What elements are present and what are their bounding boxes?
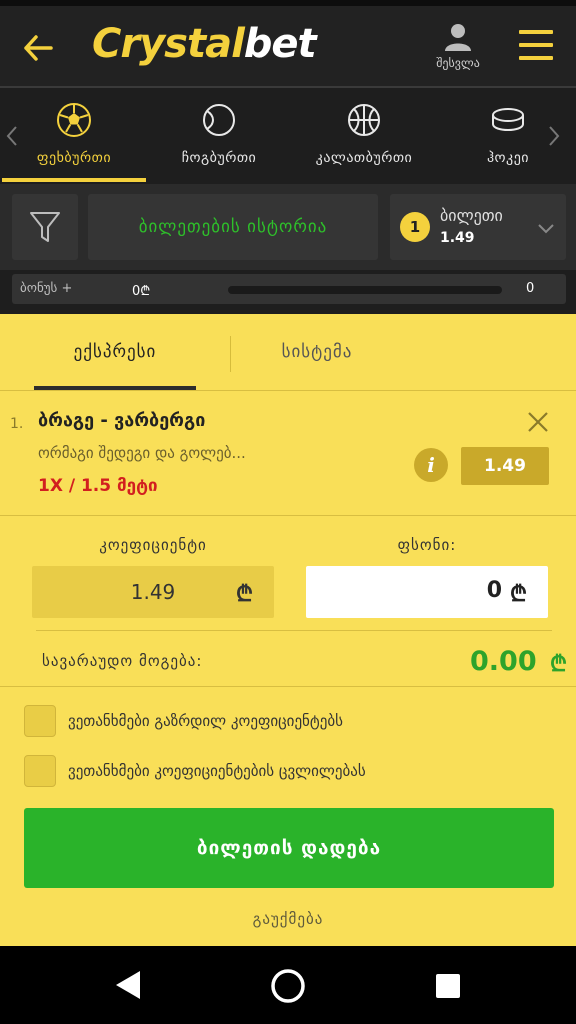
- basketball-icon: [348, 104, 380, 136]
- tab-basketball-label: კალათბურთი: [315, 150, 413, 166]
- bet-match-name: ბრაგე - ვარბერგი: [38, 410, 206, 431]
- ticket-count-badge: 1: [400, 212, 430, 242]
- login-button[interactable]: შესვლა: [424, 22, 492, 82]
- menu-button[interactable]: [516, 30, 556, 70]
- lari-currency-icon: ₾: [236, 582, 253, 607]
- hamburger-icon-line: [519, 43, 553, 47]
- user-icon: [445, 24, 471, 51]
- agree-odds-change-checkbox[interactable]: ვეთანხმები კოეფიციენტების ცვლილებას: [24, 754, 366, 788]
- nav-back-icon[interactable]: [112, 968, 146, 1002]
- possible-win-label: სავარაუდო მოგება:: [42, 652, 203, 670]
- crystalbet-logo[interactable]: Crystal bet: [92, 16, 317, 72]
- chevron-right-icon: [549, 126, 560, 146]
- hockey-puck-icon: [492, 108, 524, 131]
- divider: [0, 515, 576, 516]
- active-tab-indicator: [2, 178, 146, 182]
- coefficient-display: 1.49 ₾: [32, 566, 274, 618]
- tab-football[interactable]: ფეხბურთი: [22, 102, 126, 184]
- chevron-down-icon: [538, 224, 554, 234]
- scroll-right-button[interactable]: [544, 118, 564, 154]
- bonus-target-value: 0: [526, 281, 535, 296]
- divider: [0, 686, 576, 687]
- bonus-progress-track: [228, 286, 502, 294]
- bonus-label: ბონუს +: [20, 281, 73, 296]
- remove-bet-button[interactable]: [524, 408, 552, 436]
- logo-text-crystal: Crystal: [92, 21, 245, 67]
- chevron-left-icon: [6, 126, 17, 146]
- stake-value: 0: [486, 578, 502, 603]
- system-nav-bar: [0, 946, 576, 1024]
- ticket-label: ბილეთი: [440, 206, 503, 225]
- info-icon[interactable]: i: [414, 448, 448, 482]
- toolbar: ბილეთების ისტორია 1 ბილეთი 1.49: [0, 184, 576, 270]
- nav-recents-icon[interactable]: [436, 974, 460, 998]
- tab-separator: [230, 336, 231, 372]
- bet-pick: 1X / 1.5 მეტი: [38, 476, 158, 496]
- tab-tennis-label: ჩოგბურთი: [181, 150, 257, 166]
- betslip-panel: ექსპრესი სისტემა 1. ბრაგე - ვარბერგი ორმ…: [0, 314, 576, 946]
- cancel-button[interactable]: გაუქმება: [0, 910, 576, 928]
- divider: [0, 390, 576, 391]
- nav-home-icon[interactable]: [270, 968, 306, 1004]
- checkbox-label: ვეთანხმები კოეფიციენტების ცვლილებას: [68, 762, 366, 780]
- tab-system[interactable]: სისტემა: [232, 314, 402, 390]
- tab-hockey-label: ჰოკეი: [486, 150, 530, 166]
- back-button[interactable]: [14, 24, 62, 72]
- coefficient-label: კოეფიციენტი: [99, 536, 207, 554]
- bet-number: 1.: [10, 416, 24, 432]
- agree-increased-odds-checkbox[interactable]: ვეთანხმები გაზრდილ კოეფიციენტებს: [24, 704, 343, 738]
- ticket-history-button[interactable]: ბილეთების ისტორია: [88, 194, 378, 260]
- bonus-bar: ბონუს + 0₾ 0: [12, 274, 566, 304]
- possible-win-value: 0.00: [470, 646, 537, 677]
- hamburger-icon-line: [519, 56, 553, 60]
- app-header: Crystal bet შესვლა: [0, 6, 576, 86]
- scroll-left-button[interactable]: [2, 118, 22, 154]
- divider: [36, 630, 552, 631]
- stake-input[interactable]: 0 ₾: [306, 566, 548, 618]
- checkbox[interactable]: [24, 755, 56, 787]
- tab-hockey[interactable]: ჰოკეი: [468, 102, 548, 184]
- lari-currency-icon: ₾: [550, 652, 567, 677]
- tennis-ball-icon: [203, 104, 235, 136]
- sports-tabs: ფეხბურთი ჩოგბურთი კალათბურთი ჰოკეი: [0, 88, 576, 184]
- funnel-icon: [30, 212, 60, 242]
- bet-market: ორმაგი შედეგი და გოლებ...: [38, 444, 246, 462]
- place-bet-button[interactable]: ბილეთის დადება: [24, 808, 554, 888]
- bonus-current-value: 0₾: [132, 284, 151, 299]
- bet-odds: 1.49: [461, 447, 549, 485]
- lari-currency-icon: ₾: [510, 582, 527, 607]
- stake-label: ფსონი:: [397, 536, 457, 554]
- ticket-odds: 1.49: [440, 230, 475, 246]
- tab-tennis[interactable]: ჩოგბურთი: [164, 102, 274, 184]
- tab-basketball[interactable]: კალათბურთი: [294, 102, 434, 184]
- filter-button[interactable]: [12, 194, 78, 260]
- arrow-left-icon: [24, 35, 53, 61]
- login-label: შესვლა: [436, 56, 480, 70]
- logo-text-bet: bet: [243, 21, 317, 67]
- checkbox[interactable]: [24, 705, 56, 737]
- hamburger-icon-line: [519, 30, 553, 34]
- tab-express[interactable]: ექსპრესი: [34, 314, 196, 390]
- betslip-toggle[interactable]: 1 ბილეთი 1.49: [390, 194, 566, 260]
- tab-football-label: ფეხბურთი: [36, 150, 112, 166]
- checkbox-label: ვეთანხმები გაზრდილ კოეფიციენტებს: [68, 712, 343, 730]
- soccer-ball-icon: [57, 103, 91, 137]
